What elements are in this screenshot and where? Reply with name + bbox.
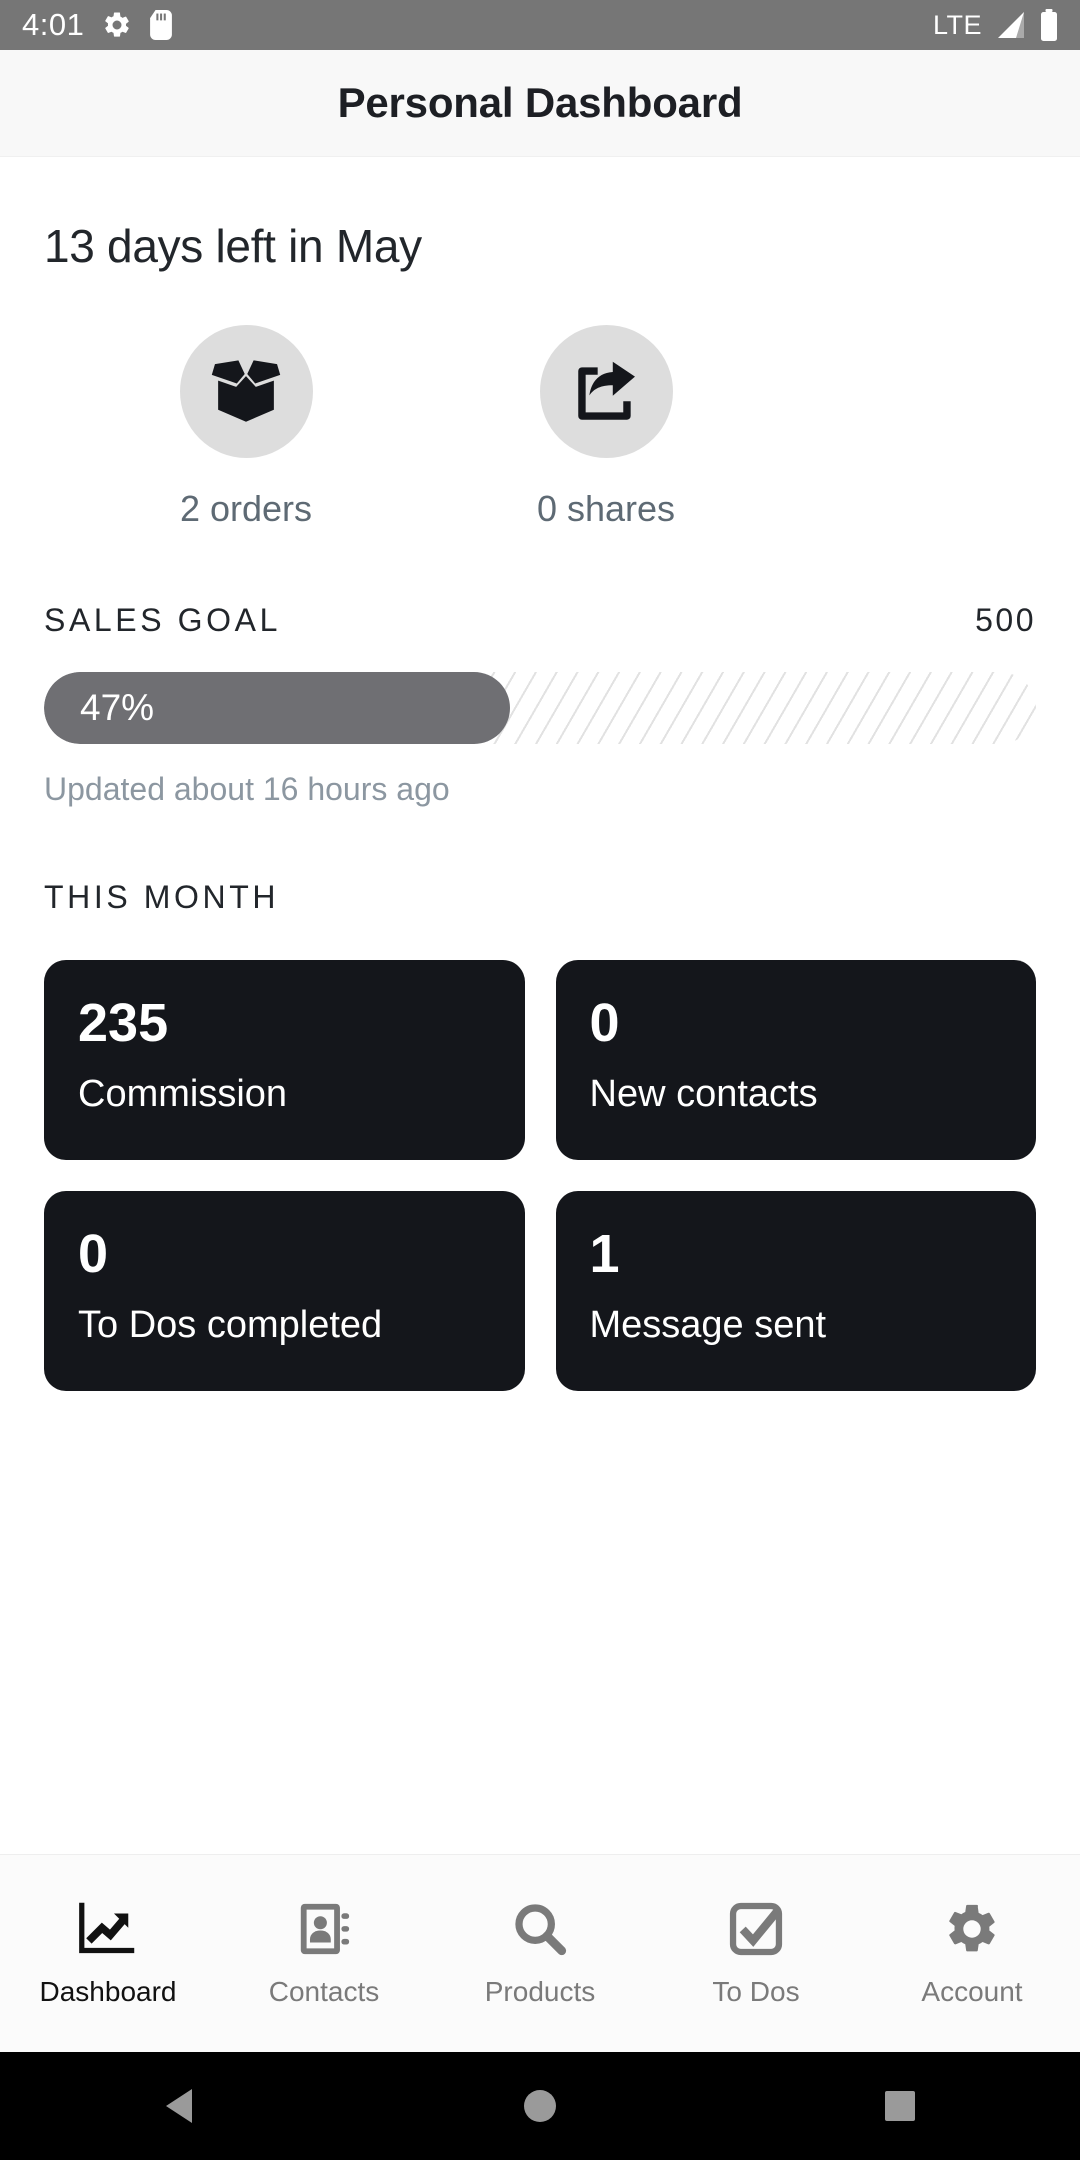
- this-month-card-grid: 235 Commission 0 New contacts 0 To Dos c…: [44, 960, 1036, 1391]
- back-triangle-icon[interactable]: [120, 2087, 240, 2125]
- nav-label-dashboard: Dashboard: [39, 1975, 177, 2007]
- stat-card-value: 0: [589, 993, 620, 1053]
- stat-card-caption: Commission: [78, 1073, 288, 1115]
- sales-goal-progress-label: 47%: [80, 687, 155, 728]
- chart-arrow-icon: [77, 1900, 139, 1958]
- orders-label: 2 orders: [179, 488, 313, 529]
- stat-card-value: 0: [78, 1224, 109, 1284]
- sales-goal-title: SALES GOAL: [44, 602, 281, 638]
- nav-label-account: Account: [921, 1975, 1023, 2007]
- shares-label: 0 shares: [536, 488, 676, 529]
- stat-card-value: 235: [78, 993, 169, 1053]
- status-bar-left: 4:01: [22, 7, 173, 43]
- sales-goal-target: 500: [975, 602, 1036, 638]
- sales-goal-updated-text: Updated about 16 hours ago: [44, 771, 450, 807]
- days-left-heading: 13 days left in May: [44, 220, 422, 272]
- home-circle-icon[interactable]: [480, 2088, 600, 2124]
- signal-icon: [994, 10, 1028, 40]
- shares-icon-circle: [539, 325, 673, 458]
- android-system-nav: [0, 2052, 1080, 2160]
- nav-item-account[interactable]: Account: [864, 1900, 1080, 2008]
- sales-goal-header: SALES GOAL 500: [44, 602, 1036, 639]
- stat-card-todos-completed[interactable]: 0 To Dos completed: [44, 1191, 525, 1391]
- bottom-navigation-bar: Dashboard Contacts Products To Dos Accou…: [0, 1854, 1080, 2052]
- stat-card-caption: To Dos completed: [78, 1304, 383, 1346]
- nav-label-products: Products: [484, 1975, 596, 2007]
- stat-card-caption: New contacts: [589, 1073, 818, 1115]
- status-time: 4:01: [22, 7, 85, 42]
- quick-stat-shares[interactable]: 0 shares: [426, 325, 786, 530]
- this-month-title: THIS MONTH: [44, 879, 280, 915]
- sales-goal-progress-fill: 47%: [44, 672, 511, 744]
- nav-label-contacts: Contacts: [268, 1975, 380, 2007]
- stat-card-caption: Message sent: [589, 1304, 827, 1346]
- gear-icon: [102, 10, 132, 40]
- quick-stats-row: 2 orders 0 shares: [44, 325, 1036, 530]
- stat-card-message-sent[interactable]: 1 Message sent: [555, 1191, 1036, 1391]
- open-box-icon: [208, 357, 284, 427]
- quick-stat-orders[interactable]: 2 orders: [66, 325, 426, 530]
- sales-goal-progress-bar[interactable]: 47%: [44, 672, 1036, 744]
- nav-label-todos: To Dos: [712, 1975, 800, 2007]
- nav-item-contacts[interactable]: Contacts: [216, 1900, 432, 2008]
- stat-card-commission[interactable]: 235 Commission: [44, 960, 525, 1160]
- network-type-label: LTE: [932, 9, 982, 40]
- share-icon: [569, 355, 643, 429]
- stat-card-new-contacts[interactable]: 0 New contacts: [555, 960, 1036, 1160]
- dashboard-content: 13 days left in May 2 orders 0 shares SA…: [0, 157, 1080, 1854]
- battery-icon: [1040, 9, 1058, 41]
- stat-card-value: 1: [589, 1224, 620, 1284]
- nav-item-products[interactable]: Products: [432, 1900, 648, 2008]
- page-title: Personal Dashboard: [337, 79, 743, 126]
- status-bar: 4:01 LTE: [0, 0, 1080, 50]
- search-icon: [511, 1900, 569, 1958]
- status-bar-right: LTE: [933, 9, 1058, 41]
- orders-icon-circle: [179, 325, 313, 458]
- recents-square-icon[interactable]: [840, 2089, 960, 2123]
- address-book-icon: [296, 1900, 352, 1958]
- gear-icon: [943, 1900, 1001, 1958]
- app-header: Personal Dashboard: [0, 50, 1080, 157]
- checkbox-check-icon: [727, 1900, 785, 1958]
- nav-item-dashboard[interactable]: Dashboard: [0, 1900, 216, 2008]
- sd-card-icon: [150, 10, 173, 40]
- nav-item-todos[interactable]: To Dos: [648, 1900, 864, 2008]
